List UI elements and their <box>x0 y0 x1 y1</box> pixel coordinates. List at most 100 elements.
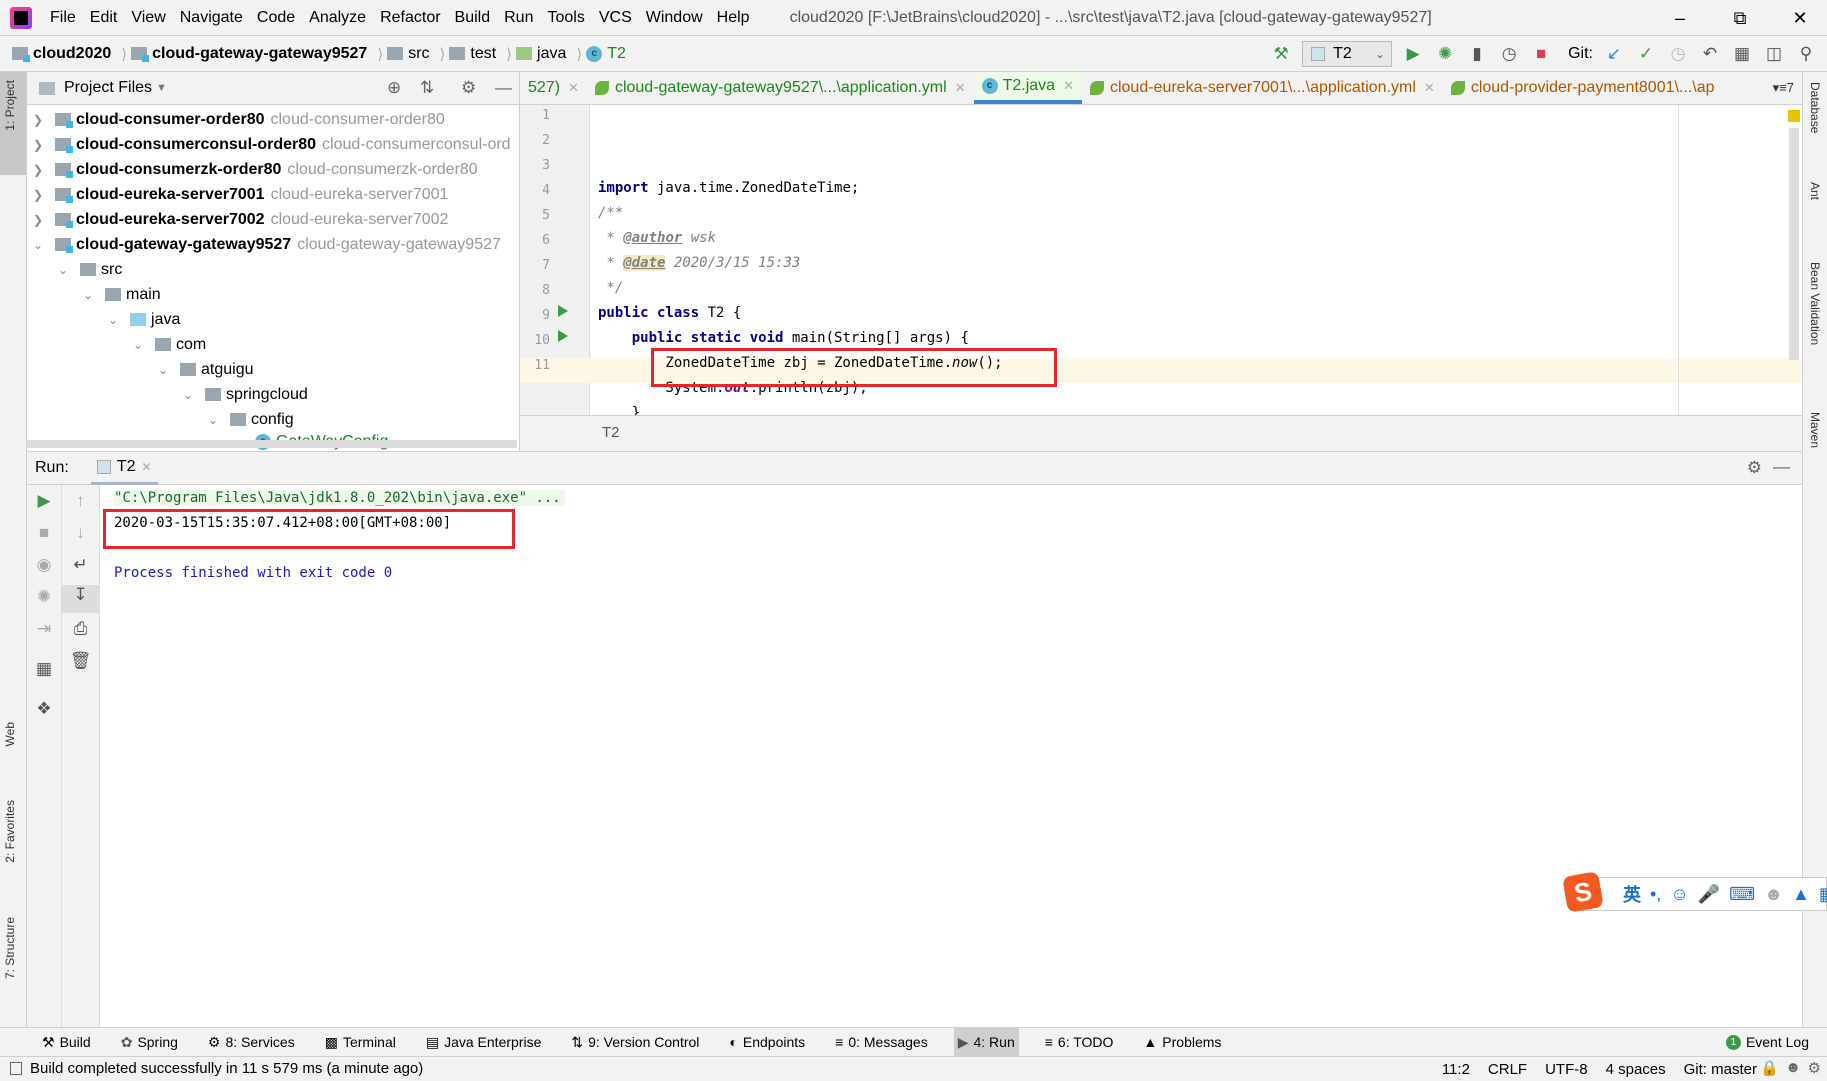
hide-panel-icon[interactable]: — <box>495 78 512 98</box>
tool-java-enterprise[interactable]: ▤ Java Enterprise <box>422 1028 546 1057</box>
menu-navigate[interactable]: Navigate <box>180 9 243 27</box>
toggle-tool-windows-icon[interactable] <box>10 1062 22 1075</box>
tabs-overflow-button[interactable]: ▾≡ 7 <box>1765 72 1802 104</box>
breadcrumb-test[interactable]: test <box>449 45 496 63</box>
gear-icon[interactable]: ⚙ <box>1747 458 1762 478</box>
scroll-to-end-icon[interactable]: ↧ <box>62 585 99 613</box>
bean-validation-tool-tab[interactable]: Bean Validation <box>1808 262 1822 345</box>
project-view-select[interactable]: Project Files <box>64 79 152 97</box>
tool-build[interactable]: ⚒ Build <box>38 1028 95 1057</box>
git-commit-check-icon[interactable]: ✓ <box>1635 44 1657 64</box>
tree-item-folder[interactable]: ⌄ main <box>27 282 519 307</box>
menu-file[interactable]: File <box>50 9 76 27</box>
history-clock-icon[interactable]: ◷ <box>1667 44 1689 64</box>
stop-icon[interactable]: ■ <box>1530 44 1552 64</box>
coverage-icon[interactable]: ▮ <box>1466 44 1488 64</box>
grid-menu-icon[interactable]: ▦ <box>1819 884 1827 905</box>
emoji-icon[interactable]: ☺ <box>1670 884 1688 905</box>
project-structure-icon[interactable]: ▦ <box>1731 44 1753 64</box>
run-gutter-icon[interactable] <box>558 305 568 317</box>
user-icon[interactable]: ☻ <box>1764 884 1783 905</box>
tree-item-module[interactable]: ❯ cloud-consumerconsul-order80 cloud-consu… <box>27 132 519 157</box>
presentation-icon[interactable]: ◫ <box>1763 44 1785 64</box>
pin-icon[interactable]: ❖ <box>27 699 61 719</box>
breadcrumb-src[interactable]: src <box>387 45 430 63</box>
close-icon[interactable]: ✕ <box>141 460 151 474</box>
close-icon[interactable]: ✕ <box>1063 78 1074 94</box>
tool-terminal[interactable]: ▩ Terminal <box>321 1028 400 1057</box>
tool-run[interactable]: ▶ 4: Run <box>953 1027 1019 1057</box>
microphone-icon[interactable]: 🎤 <box>1698 884 1720 905</box>
debug-bug-icon[interactable]: ✺ <box>1434 44 1456 64</box>
debug-restart-icon[interactable]: ✺ <box>27 587 61 607</box>
tool-spring[interactable]: ✿ Spring <box>117 1028 182 1057</box>
close-icon[interactable]: ✕ <box>568 80 579 96</box>
vertical-scrollbar[interactable] <box>1789 128 1799 360</box>
camera-dump-icon[interactable]: ◉ <box>27 555 61 575</box>
web-tool-tab[interactable]: Web <box>3 722 17 746</box>
tool-endpoints[interactable]: ◐ Endpoints <box>725 1028 809 1057</box>
run-configuration-select[interactable]: T2 ⌄ <box>1302 41 1393 67</box>
memory-gear-icon[interactable]: ⚙ <box>1808 1059 1821 1077</box>
caret-position[interactable]: 11:2 <box>1442 1061 1470 1078</box>
rerun-icon[interactable]: ▶ <box>27 491 61 511</box>
menu-vcs[interactable]: VCS <box>599 9 632 27</box>
file-encoding[interactable]: UTF-8 <box>1545 1061 1588 1078</box>
tree-item-module[interactable]: ❯ cloud-consumerzk-order80 cloud-consumerz… <box>27 157 519 182</box>
tree-item-package[interactable]: ⌄ springcloud <box>27 382 519 407</box>
arrow-up-icon[interactable]: ↑ <box>62 491 99 511</box>
tab-partial[interactable]: 527) ✕ <box>520 72 587 104</box>
rollback-undo-icon[interactable]: ↶ <box>1699 44 1721 64</box>
git-branch[interactable]: Git: master <box>1684 1061 1757 1078</box>
tree-item-module[interactable]: ❯ cloud-eureka-server7002 cloud-eureka-ser… <box>27 207 519 232</box>
tree-item-package[interactable]: ⌄ atguigu <box>27 357 519 382</box>
tool-version-control[interactable]: ⇅ 9: Version Control <box>567 1028 703 1057</box>
trash-icon[interactable]: 🗑 <box>62 651 99 671</box>
tab-payment-application-yml[interactable]: cloud-provider-payment8001\...\ap <box>1443 72 1723 104</box>
breadcrumb-gateway[interactable]: cloud-gateway-gateway9527 <box>131 45 367 63</box>
line-separator[interactable]: CRLF <box>1488 1061 1527 1078</box>
hide-panel-icon[interactable]: — <box>1773 457 1790 477</box>
skin-shirt-icon[interactable]: ▲ <box>1792 884 1810 905</box>
tool-problems[interactable]: ▲ Problems <box>1139 1028 1225 1057</box>
run-gutter-icon[interactable] <box>558 330 568 342</box>
close-icon[interactable]: ✕ <box>955 80 966 96</box>
layout-icon[interactable]: ▦ <box>27 659 61 679</box>
menu-tools[interactable]: Tools <box>547 9 584 27</box>
menu-view[interactable]: View <box>131 9 165 27</box>
restore-button[interactable]: ⧉ <box>1715 0 1765 36</box>
menu-run[interactable]: Run <box>504 9 533 27</box>
menu-help[interactable]: Help <box>717 9 750 27</box>
database-tool-tab[interactable]: Database <box>1808 82 1822 133</box>
breadcrumb-java[interactable]: java <box>516 45 566 63</box>
print-icon[interactable]: ⎙ <box>62 619 99 639</box>
lock-icon[interactable]: 🔒 <box>1760 1059 1779 1077</box>
search-icon[interactable]: ⚲ <box>1795 44 1817 64</box>
menu-code[interactable]: Code <box>257 9 295 27</box>
punctuation-icon[interactable]: •, <box>1650 884 1661 905</box>
breadcrumb-t2[interactable]: c T2 <box>586 45 626 63</box>
close-icon[interactable]: ✕ <box>1424 80 1435 96</box>
project-tool-tab[interactable]: 1: Project <box>3 80 17 131</box>
menu-window[interactable]: Window <box>646 9 703 27</box>
run-tab-t2[interactable]: T2 ✕ <box>90 452 158 485</box>
minimize-button[interactable]: – <box>1655 0 1705 36</box>
structure-tool-tab[interactable]: 7: Structure <box>3 917 17 979</box>
inspector-icon[interactable]: ☻ <box>1785 1059 1801 1076</box>
indent-setting[interactable]: 4 spaces <box>1606 1061 1666 1078</box>
breadcrumb-cloud2020[interactable]: cloud2020 <box>12 45 111 63</box>
tab-eureka-application-yml[interactable]: cloud-eureka-server7001\...\application.… <box>1082 72 1443 104</box>
editor-breadcrumb[interactable]: T2 <box>520 415 1802 451</box>
tool-services[interactable]: ⚙ 8: Services <box>204 1028 299 1057</box>
tree-item-package[interactable]: ⌄ config <box>27 407 519 432</box>
exit-icon[interactable]: ⇥ <box>27 619 61 639</box>
arrow-down-icon[interactable]: ↓ <box>62 523 99 543</box>
soft-wrap-icon[interactable]: ↵ <box>62 555 99 575</box>
locate-target-icon[interactable]: ⊕ <box>387 78 401 98</box>
tree-item-module[interactable]: ❯ cloud-consumer-order80 cloud-consumer-or… <box>27 107 519 132</box>
menu-analyze[interactable]: Analyze <box>309 9 366 27</box>
tree-item-module[interactable]: ❯ cloud-eureka-server7001 cloud-eureka-ser… <box>27 182 519 207</box>
menu-build[interactable]: Build <box>455 9 491 27</box>
git-update-icon[interactable]: ↙ <box>1603 44 1625 64</box>
horizontal-scrollbar[interactable] <box>27 440 517 448</box>
